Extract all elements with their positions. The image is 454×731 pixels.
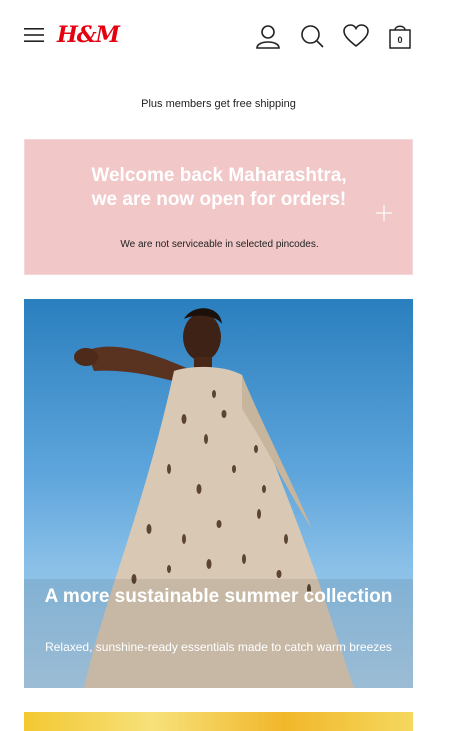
hero-banner[interactable]: A more sustainable summer collection Rel… [24,299,413,688]
favourites-button[interactable] [342,22,370,50]
hero-subtitle: Relaxed, sunshine-ready essentials made … [45,640,392,654]
menu-icon [24,28,44,42]
bag-count: 0 [397,35,403,45]
welcome-banner-title: Welcome back Maharashtra, we are now ope… [91,165,347,210]
header: H&M 0 [0,0,454,72]
menu-button[interactable] [22,25,46,45]
search-button[interactable] [298,22,326,50]
expand-button[interactable] [375,204,393,227]
welcome-banner-subtitle: We are not serviceable in selected pinco… [120,239,319,250]
next-banner-image[interactable] [24,712,413,731]
hero-title: A more sustainable summer collection [44,586,393,607]
hero-image [24,308,413,688]
heart-icon [343,24,369,48]
welcome-banner[interactable]: Welcome back Maharashtra, we are now ope… [24,139,413,275]
search-icon [301,25,324,48]
promo-text[interactable]: Plus members get free shipping [0,98,437,110]
account-icon [256,25,280,49]
account-button[interactable] [254,22,282,50]
hm-logo[interactable]: H&M [57,22,120,48]
plus-icon [376,205,392,221]
shopping-bag-button[interactable]: 0 [386,21,414,51]
